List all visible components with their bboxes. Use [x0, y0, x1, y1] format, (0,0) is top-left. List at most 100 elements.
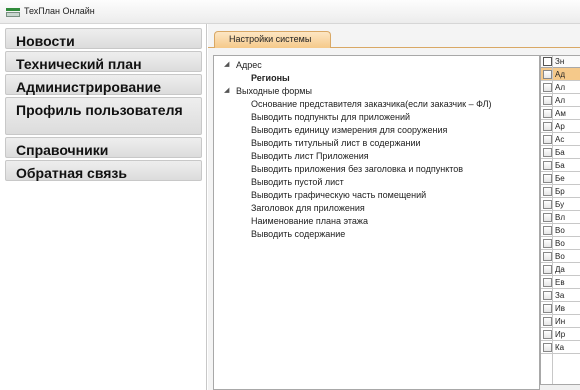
row-checkbox[interactable] — [543, 122, 552, 131]
row-text: Ка — [555, 343, 565, 352]
grid-row[interactable]: Ин — [541, 315, 580, 328]
row-checkbox[interactable] — [543, 304, 552, 313]
row-checkbox[interactable] — [543, 109, 552, 118]
row-text: Ам — [555, 109, 566, 118]
row-text: Ба — [555, 148, 565, 157]
regions-grid: Зн Ад Ал Ал Ам Ар Ас Ба Ба Бе Бр Бу Вл Во Во Во Да Ев За И… — [540, 55, 580, 390]
row-checkbox[interactable] — [543, 200, 552, 209]
row-checkbox[interactable] — [543, 343, 552, 352]
grid-row[interactable]: Бе — [541, 172, 580, 185]
row-text: Ас — [555, 135, 565, 144]
row-text: Ар — [555, 122, 565, 131]
grid-row[interactable]: Ев — [541, 276, 580, 289]
grid-row[interactable]: Ар — [541, 120, 580, 133]
row-checkbox[interactable] — [543, 317, 552, 326]
menu-item-administration[interactable]: Администрирование — [5, 74, 202, 95]
grid-row[interactable]: Да — [541, 263, 580, 276]
grid-row[interactable]: Ба — [541, 146, 580, 159]
grid-column-divider — [552, 56, 553, 390]
row-checkbox[interactable] — [543, 291, 552, 300]
tree-node-address[interactable]: Адрес — [236, 59, 262, 71]
expand-arrow-icon[interactable]: ◢ — [224, 85, 229, 97]
row-checkbox[interactable] — [543, 70, 552, 79]
tree-node-setting[interactable]: Выводить подпункты для приложений — [251, 111, 410, 123]
grid-row[interactable]: Ам — [541, 107, 580, 120]
grid-row[interactable]: Вл — [541, 211, 580, 224]
tree-node-setting[interactable]: Выводить лист Приложения — [251, 150, 369, 162]
settings-tree: ◢ Адрес Регионы ◢ Выходные формы Основан… — [213, 55, 540, 390]
menu-item-feedback[interactable]: Обратная связь — [5, 160, 202, 181]
grid-row[interactable]: Ас — [541, 133, 580, 146]
menu-item-technical-plan[interactable]: Технический план — [5, 51, 202, 72]
tree-node-setting[interactable]: Выводить графическую часть помещений — [251, 189, 426, 201]
row-text: Ив — [555, 304, 565, 313]
row-text: Ир — [555, 330, 566, 339]
row-text: Ев — [555, 278, 565, 287]
row-checkbox[interactable] — [543, 187, 552, 196]
grid-row[interactable]: Ад — [541, 68, 580, 81]
tree-node-setting[interactable]: Основание представителя заказчика(если з… — [251, 98, 492, 110]
row-text: Бр — [555, 187, 565, 196]
row-text: Бе — [555, 174, 565, 183]
row-text: За — [555, 291, 565, 300]
grid-row[interactable]: Ал — [541, 94, 580, 107]
tab-system-settings[interactable]: Настройки системы — [214, 31, 331, 48]
row-checkbox[interactable] — [543, 213, 552, 222]
tree-node-setting[interactable]: Выводить содержание — [251, 228, 345, 240]
row-checkbox[interactable] — [543, 83, 552, 92]
app-icon — [6, 8, 20, 17]
row-text: Ба — [555, 161, 565, 170]
row-checkbox[interactable] — [543, 135, 552, 144]
grid-row[interactable]: За — [541, 289, 580, 302]
row-checkbox[interactable] — [543, 161, 552, 170]
grid-row[interactable]: Ив — [541, 302, 580, 315]
tree-node-output-forms[interactable]: Выходные формы — [236, 85, 312, 97]
row-checkbox[interactable] — [543, 96, 552, 105]
title-bar: ТехПлан Онлайн — [0, 0, 580, 24]
tree-node-setting[interactable]: Выводить пустой лист — [251, 176, 344, 188]
grid-row[interactable]: Ал — [541, 81, 580, 94]
grid-row[interactable]: Во — [541, 237, 580, 250]
tree-node-setting[interactable]: Выводить титульный лист в содержании — [251, 137, 421, 149]
row-checkbox[interactable] — [543, 265, 552, 274]
sidebar-divider — [206, 24, 207, 390]
menu-item-directories[interactable]: Справочники — [5, 137, 202, 158]
row-checkbox[interactable] — [543, 226, 552, 235]
tree-node-setting[interactable]: Выводить единицу измерения для сооружени… — [251, 124, 447, 136]
row-text: Ад — [555, 70, 566, 79]
menu-item-news[interactable]: Новости — [5, 28, 202, 49]
row-text: Ал — [555, 96, 566, 105]
row-checkbox[interactable] — [543, 278, 552, 287]
grid-row[interactable]: Во — [541, 224, 580, 237]
tree-node-setting[interactable]: Наименование плана этажа — [251, 215, 368, 227]
grid-column-header[interactable]: Зн — [555, 56, 564, 67]
grid-row[interactable]: Бу — [541, 198, 580, 211]
grid-row[interactable]: Ир — [541, 328, 580, 341]
row-text: Да — [555, 265, 565, 274]
grid-row[interactable]: Во — [541, 250, 580, 263]
row-text: Во — [555, 239, 565, 248]
row-text: Во — [555, 226, 565, 235]
row-checkbox[interactable] — [543, 174, 552, 183]
sidebar: Новости Технический план Администрирован… — [0, 24, 207, 390]
row-text: Ал — [555, 83, 566, 92]
window-title: ТехПлан Онлайн — [24, 6, 95, 16]
menu-item-user-profile[interactable]: Профиль пользователя — [5, 97, 202, 135]
row-text: Во — [555, 252, 565, 261]
row-checkbox[interactable] — [543, 239, 552, 248]
row-checkbox[interactable] — [543, 252, 552, 261]
grid-scrollbar[interactable] — [540, 384, 580, 390]
grid-row[interactable]: Ка — [541, 341, 580, 354]
row-text: Бу — [555, 200, 565, 209]
row-text: Вл — [555, 213, 566, 222]
select-all-checkbox[interactable] — [543, 57, 552, 66]
grid-row[interactable]: Бр — [541, 185, 580, 198]
row-checkbox[interactable] — [543, 148, 552, 157]
expand-arrow-icon[interactable]: ◢ — [224, 59, 229, 71]
tree-node-regions[interactable]: Регионы — [251, 72, 290, 84]
tree-node-setting[interactable]: Выводить приложения без заголовка и подп… — [251, 163, 463, 175]
tree-node-setting[interactable]: Заголовок для приложения — [251, 202, 365, 214]
grid-header: Зн — [541, 56, 580, 68]
row-checkbox[interactable] — [543, 330, 552, 339]
grid-row[interactable]: Ба — [541, 159, 580, 172]
